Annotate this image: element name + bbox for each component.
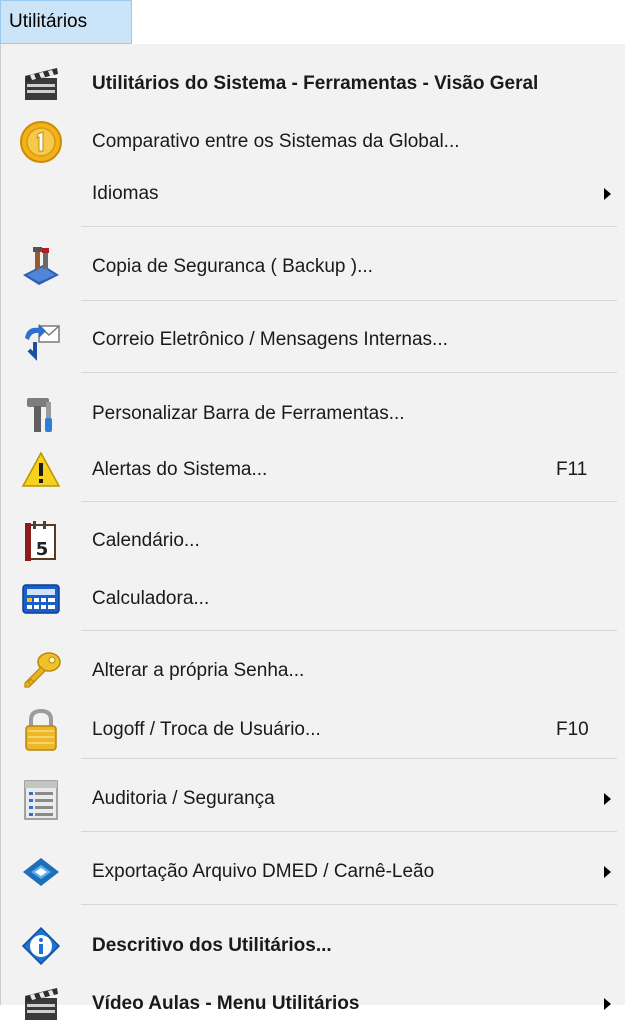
key-icon (17, 647, 65, 695)
menu-item-descritivo[interactable]: Descritivo dos Utilitários... (1, 916, 625, 976)
utilitarios-dropdown-menu: Utilitários do Sistema - Ferramentas - V… (0, 44, 625, 1020)
submenu-arrow-icon (604, 998, 611, 1010)
gold-coin-one-icon (17, 118, 65, 166)
menu-item-label: Idiomas (92, 183, 159, 204)
menu-item-alterar-senha[interactable]: Alterar a própria Senha... (1, 641, 625, 701)
submenu-arrow-icon (604, 188, 611, 200)
clapperboard-icon (17, 980, 65, 1028)
warning-icon (17, 446, 65, 494)
menu-item-label: Logoff / Troca de Usuário... (92, 719, 321, 740)
menu-item-personalizar-barra[interactable]: Personalizar Barra de Ferramentas... (1, 384, 625, 444)
backup-tools-icon (17, 243, 65, 291)
shortcut-f11: F11 (556, 459, 588, 480)
diamond-arrow-icon (17, 848, 65, 896)
separator (81, 758, 617, 759)
menu-item-label: Alterar a própria Senha... (92, 660, 305, 681)
menu-item-correio[interactable]: Correio Eletrônico / Mensagens Internas.… (1, 310, 625, 370)
menu-item-label: Correio Eletrônico / Mensagens Internas.… (92, 329, 448, 350)
menu-item-auditoria[interactable]: Auditoria / Segurança (1, 769, 625, 829)
submenu-arrow-icon (604, 866, 611, 878)
menu-item-label: Personalizar Barra de Ferramentas... (92, 403, 405, 424)
menu-item-backup[interactable]: Copia de Seguranca ( Backup )... (1, 237, 625, 297)
menu-item-label: Exportação Arquivo DMED / Carnê-Leão (92, 861, 435, 882)
menu-item-label: Auditoria / Segurança (92, 788, 275, 809)
menu-item-comparativo[interactable]: Comparativo entre os Sistemas da Global.… (1, 112, 625, 172)
shortcut-f10: F10 (556, 719, 589, 740)
calendar-icon: 5 (17, 517, 65, 565)
separator (81, 300, 617, 301)
info-icon (17, 922, 65, 970)
menu-item-video-aulas[interactable]: Vídeo Aulas - Menu Utilitários (1, 974, 625, 1034)
separator (81, 904, 617, 905)
separator (81, 501, 617, 502)
menu-item-label: Vídeo Aulas - Menu Utilitários (92, 993, 360, 1014)
menu-item-logoff[interactable]: Logoff / Troca de Usuário... F10 (1, 700, 625, 760)
menu-item-label: Copia de Seguranca ( Backup )... (92, 256, 373, 277)
menu-item-calendario[interactable]: 5 Calendário... (1, 511, 625, 571)
menu-item-label: Calculadora... (92, 588, 210, 609)
menu-item-alertas[interactable]: Alertas do Sistema... F11 (1, 440, 625, 500)
menu-item-calculadora[interactable]: Calculadora... (1, 569, 625, 629)
menu-item-label: Comparativo entre os Sistemas da Global.… (92, 131, 460, 152)
audit-list-icon (17, 775, 65, 823)
separator (81, 831, 617, 832)
menu-item-label: Utilitários do Sistema - Ferramentas - V… (92, 73, 539, 94)
calculator-icon (17, 575, 65, 623)
mail-exchange-icon (17, 316, 65, 364)
separator (81, 226, 617, 227)
menu-item-idiomas[interactable]: Idiomas (1, 164, 625, 224)
menu-item-visao-geral[interactable]: Utilitários do Sistema - Ferramentas - V… (1, 54, 625, 114)
menubar-utilitarios[interactable]: Utilitários (0, 0, 132, 44)
menu-item-label: Alertas do Sistema... (92, 459, 268, 480)
separator (81, 372, 617, 373)
menu-item-exportacao-dmed[interactable]: Exportação Arquivo DMED / Carnê-Leão (1, 842, 625, 902)
padlock-icon (17, 706, 65, 754)
separator (81, 630, 617, 631)
submenu-arrow-icon (604, 793, 611, 805)
calendar-day-number: 5 (36, 539, 49, 560)
clapperboard-icon (17, 60, 65, 108)
menu-item-label: Calendário... (92, 530, 200, 551)
wrench-screwdriver-icon (17, 390, 65, 438)
menu-item-label: Descritivo dos Utilitários... (92, 935, 332, 956)
